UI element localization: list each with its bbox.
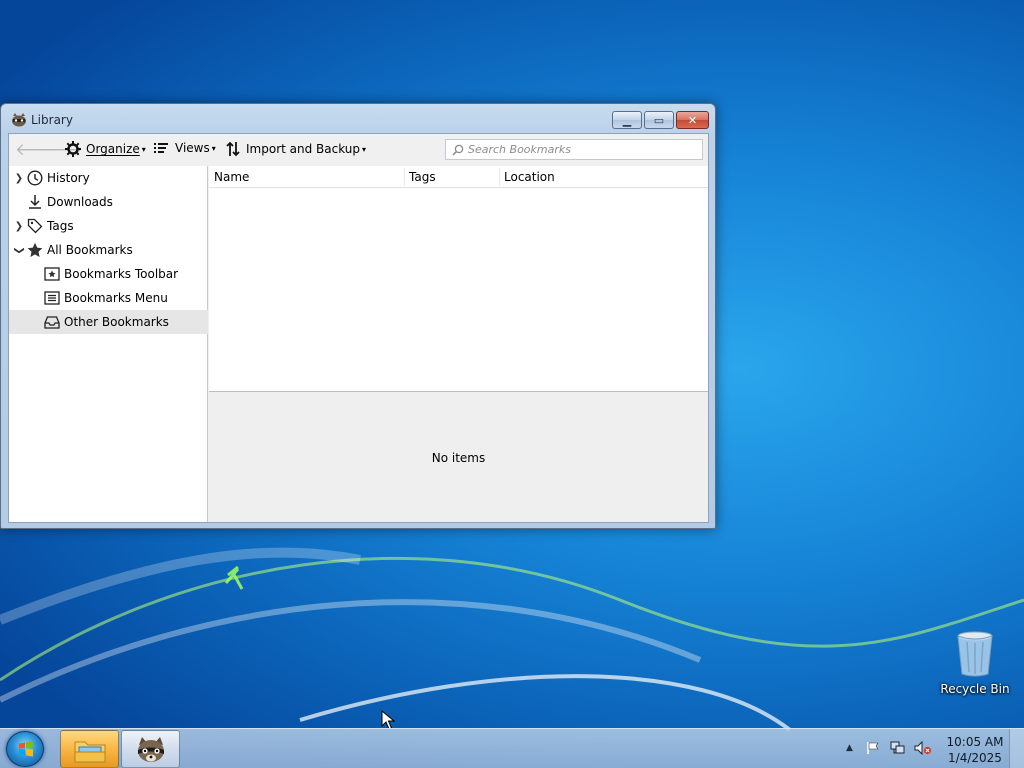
tree-item-all-bookmarks[interactable]: ❯ All Bookmarks <box>9 238 208 262</box>
tree-item-label: Bookmarks Toolbar <box>64 267 179 281</box>
chevron-right-icon[interactable]: ❯ <box>12 173 26 184</box>
recycle-bin[interactable]: Recycle Bin <box>940 630 1010 696</box>
organize-button[interactable]: Organize ▾ <box>65 141 146 157</box>
window-title: Library <box>31 113 73 127</box>
folder-icon <box>74 741 106 763</box>
title-bar[interactable]: Library ▁ ▭ ✕ <box>1 104 715 134</box>
organize-label: Organize <box>86 142 140 156</box>
tree-item-label: Bookmarks Menu <box>64 291 168 305</box>
raccoon-app-icon <box>12 113 26 127</box>
library-window: Library ▁ ▭ ✕ 🡐 🡒 Organize ▾ Views ▾ Imp… <box>0 103 716 529</box>
clock-icon <box>26 170 44 186</box>
chevron-down-icon: ▾ <box>362 144 367 154</box>
clock[interactable]: 10:05 AM 1/4/2025 <box>940 734 1010 766</box>
search-bookmarks-input[interactable]: Search Bookmarks <box>445 139 703 160</box>
close-button[interactable]: ✕ <box>676 111 709 129</box>
details-pane: No items <box>209 393 708 522</box>
maximize-icon: ▭ <box>653 113 665 127</box>
places-tree: ❯ History Downloads ❯ Tags ❯ All Bookmar… <box>9 166 208 522</box>
recycle-bin-label: Recycle Bin <box>940 682 1010 696</box>
tag-icon <box>26 218 44 234</box>
taskbar-file-explorer-button[interactable] <box>60 730 119 768</box>
chevron-down-icon[interactable]: ❯ <box>14 243 25 257</box>
views-label: Views <box>175 141 210 155</box>
search-icon <box>452 144 464 156</box>
minimize-button[interactable]: ▁ <box>612 111 642 129</box>
action-center-flag-icon[interactable] <box>866 741 880 755</box>
minimize-icon: ▁ <box>622 113 632 127</box>
bookmarks-list[interactable]: Name Tags Location <box>209 166 708 392</box>
taskbar: ▲ 10:05 AM 1/4/2025 <box>0 728 1024 768</box>
bookmarks-toolbar-icon <box>43 266 61 282</box>
mouse-cursor-icon <box>381 710 395 730</box>
gear-icon <box>65 141 81 157</box>
start-button[interactable] <box>6 731 44 767</box>
tree-item-label: All Bookmarks <box>47 243 133 257</box>
windows-logo-icon <box>19 741 33 757</box>
column-divider[interactable] <box>404 168 405 186</box>
maximize-button[interactable]: ▭ <box>644 111 674 129</box>
recycle-bin-icon <box>957 631 993 677</box>
tree-item-bookmarks-toolbar[interactable]: Bookmarks Toolbar <box>9 262 208 286</box>
bookmarks-menu-icon <box>43 290 61 306</box>
tree-item-label: Tags <box>47 219 74 233</box>
import-backup-label: Import and Backup <box>246 142 361 156</box>
network-icon[interactable] <box>890 741 906 755</box>
clock-date: 1/4/2025 <box>948 751 1002 765</box>
show-desktop-button[interactable] <box>1009 729 1024 768</box>
tree-item-label: Other Bookmarks <box>64 315 169 329</box>
tree-item-tags[interactable]: ❯ Tags <box>9 214 208 238</box>
chevron-down-icon: ▾ <box>211 143 216 153</box>
clock-time: 10:05 AM <box>946 735 1004 749</box>
search-placeholder: Search Bookmarks <box>468 143 571 156</box>
tree-item-bookmarks-menu[interactable]: Bookmarks Menu <box>9 286 208 310</box>
taskbar-browser-button[interactable] <box>121 730 180 768</box>
tree-item-label: Downloads <box>47 195 113 209</box>
caption-buttons: ▁ ▭ ✕ <box>612 111 709 129</box>
volume-muted-icon[interactable] <box>914 741 932 755</box>
bookmarks-content-pane: Name Tags Location No items <box>209 166 708 522</box>
import-backup-button[interactable]: Import and Backup ▾ <box>225 141 366 157</box>
chevron-right-icon[interactable]: ❯ <box>12 221 26 232</box>
column-header-location[interactable]: Location <box>504 170 555 184</box>
import-export-icon <box>226 141 240 157</box>
raccoon-app-icon <box>138 737 164 762</box>
chevron-up-icon[interactable]: ▲ <box>846 743 853 753</box>
list-view-icon <box>154 143 168 153</box>
star-icon <box>26 242 44 258</box>
no-items-text: No items <box>431 450 486 465</box>
list-header: Name Tags Location <box>209 166 708 188</box>
tree-item-downloads[interactable]: Downloads <box>9 190 208 214</box>
toolbar: 🡐 🡒 Organize ▾ Views ▾ Import and Backup… <box>9 134 708 166</box>
download-icon <box>26 194 44 210</box>
column-divider[interactable] <box>499 168 500 186</box>
column-header-tags[interactable]: Tags <box>409 170 436 184</box>
chevron-down-icon: ▾ <box>141 144 146 154</box>
views-button[interactable]: Views ▾ <box>154 141 216 155</box>
library-content: 🡐 🡒 Organize ▾ Views ▾ Import and Backup… <box>8 133 709 523</box>
close-icon: ✕ <box>687 113 698 127</box>
inbox-icon <box>43 314 61 330</box>
tree-item-other-bookmarks[interactable]: Other Bookmarks <box>9 310 208 334</box>
tree-item-label: History <box>47 171 90 185</box>
column-header-name[interactable]: Name <box>214 170 249 184</box>
system-tray: ▲ 10:05 AM 1/4/2025 <box>840 729 1024 768</box>
tree-item-history[interactable]: ❯ History <box>9 166 208 190</box>
